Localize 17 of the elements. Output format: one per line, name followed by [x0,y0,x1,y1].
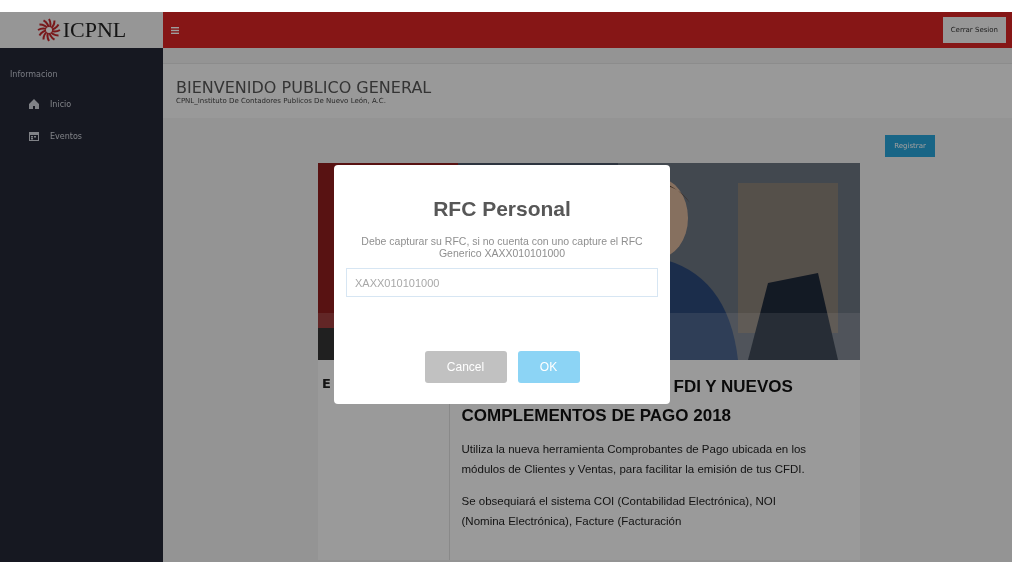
article-heading: FDI Y NUEVOS [672,376,794,398]
page-title: BIENVENIDO PUBLICO GENERAL [176,79,433,97]
home-icon [28,98,40,110]
logo-text: ICPNL [62,17,127,43]
article-paragraph: Utiliza la nueva herramienta Comprobantes de Pago ubicada en los módulos de Clientes y Ventas, para facilitar la emisión de tus CFDI. [461,442,808,477]
dialog-title: RFC Personal [433,197,571,221]
article-heading: COMPLEMENTOS DE PAGO 2018 [461,405,733,427]
dialog-message: Debe capturar su RFC, si no cuenta con uno capture el RFC Generico XAXX010101000 [360,235,644,259]
article-text: E [322,376,332,391]
calendar-icon [28,130,40,142]
sidebar-item[interactable]: Inicio [50,99,72,109]
menu-icon[interactable] [171,26,179,34]
rfc-input-field[interactable]: XAXX010101000 [346,268,658,297]
sidebar-heading: Informacion [9,70,59,79]
article-paragraph: Se obsequiará el sistema COI (Contabilidad Electrónica), NOI (Nomina Electrónica), Facture (Facturación [461,494,777,529]
sidebar-item[interactable]: Eventos [50,131,82,141]
starburst-icon [36,18,61,42]
